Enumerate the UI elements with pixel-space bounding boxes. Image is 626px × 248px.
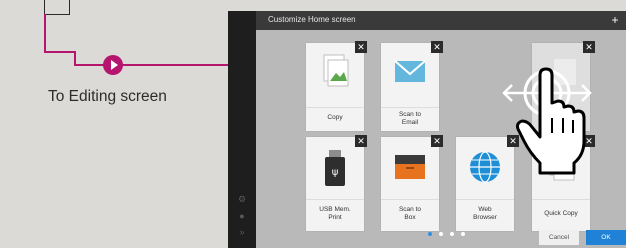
expand-icon[interactable]: » [237,227,247,237]
screen-title: Customize Home screen [268,15,356,24]
remove-tile-icon[interactable]: ✕ [355,135,367,147]
ok-button[interactable]: OK [586,230,626,245]
remove-tile-icon[interactable]: ✕ [431,41,443,53]
tile-usb-mem-print[interactable]: ψ USB Mem. Print [306,137,364,231]
tile-label: Scan to Email [398,111,422,126]
play-arrow-icon [103,55,123,75]
callout-line [44,14,46,51]
settings-icon[interactable]: ⚙ [237,194,247,204]
tile-label: Copy [327,114,343,121]
tile-divider [306,107,364,108]
drag-hand-icon [502,67,592,175]
left-rail: ⚙ ● » [228,11,256,248]
remove-tile-icon[interactable]: ✕ [431,135,443,147]
cancel-button[interactable]: Cancel [539,230,579,245]
callout-line [74,64,228,66]
tile-scan-to-box[interactable]: Scan to Box [381,137,439,231]
tile-label: Quick Copy [544,210,578,217]
tile-divider [306,199,364,200]
title-bar: Customize Home screen + [256,11,626,30]
callout-line [74,51,76,65]
tile-label: Scan to Box [398,206,422,221]
tile-divider [456,199,514,200]
remove-tile-icon[interactable]: ✕ [355,41,367,53]
remove-tile-icon[interactable]: ✕ [583,41,595,53]
account-icon[interactable]: ● [237,211,247,221]
tile-divider [381,107,439,108]
source-screen-fragment [44,0,70,15]
svg-text:ψ: ψ [332,167,339,178]
tile-divider [381,199,439,200]
page-dot[interactable] [439,232,443,236]
tile-scan-to-email[interactable]: Scan to Email [381,43,439,131]
add-icon[interactable]: + [608,13,622,27]
tile-divider [532,199,590,200]
callout-caption: To Editing screen [48,88,167,105]
callout-line [44,51,74,53]
page-dot[interactable] [450,232,454,236]
tile-label: Web Browser [473,206,497,221]
page-dot[interactable] [461,232,465,236]
page-dot-active[interactable] [428,232,432,236]
tile-label: USB Mem. Print [319,206,351,221]
tile-copy[interactable]: Copy [306,43,364,131]
